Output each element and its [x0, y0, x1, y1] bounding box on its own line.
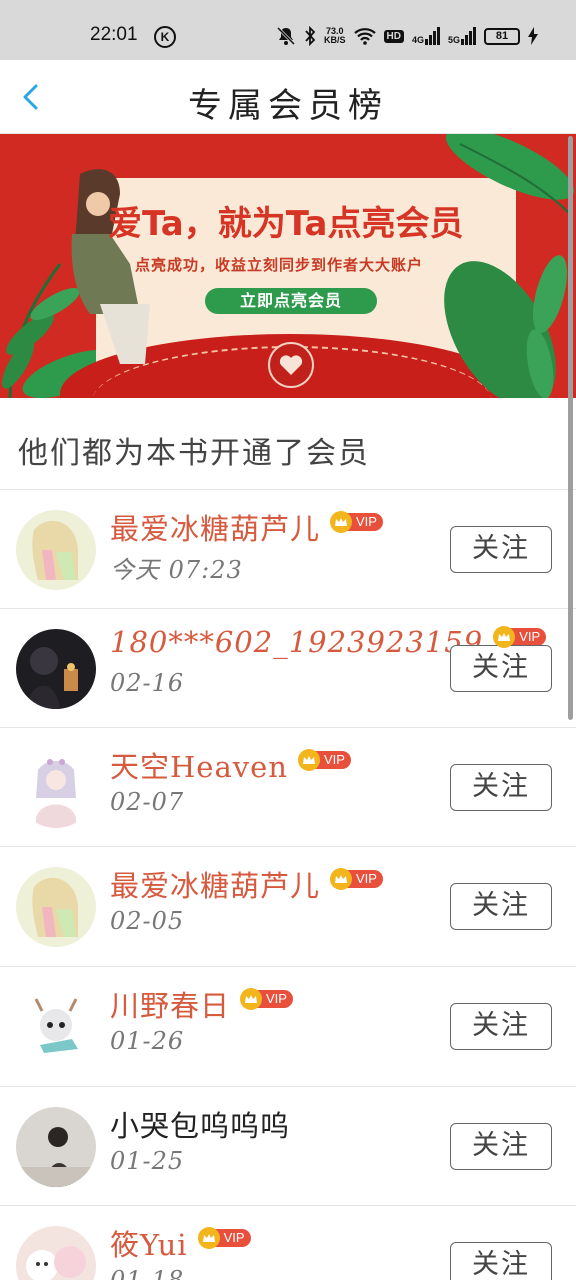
net1-label: 4G [411, 35, 424, 45]
member-row[interactable]: 天空Heaven VIP 02-07 关注 [0, 728, 576, 847]
avatar[interactable] [16, 510, 96, 590]
bluetooth-icon [305, 26, 316, 46]
follow-button[interactable]: 关注 [450, 526, 552, 573]
member-name-line: 川野春日 VIP [110, 983, 293, 1025]
avatar[interactable] [16, 1107, 96, 1187]
vip-badge: VIP [297, 749, 351, 771]
member-name[interactable]: 筱Yui [110, 1222, 188, 1264]
vip-badge: VIP [197, 1227, 251, 1249]
k-app-icon: K [154, 26, 176, 48]
wifi-icon [353, 28, 376, 45]
status-bar: 22:01 K 73.0 KB/S HD 4G 5G 81 [0, 0, 576, 60]
mute-bell-icon [276, 26, 296, 46]
crown-icon [240, 988, 263, 1010]
member-row[interactable]: 小哭包呜呜呜 01-25 关注 [0, 1087, 576, 1206]
member-name[interactable]: 天空Heaven [110, 744, 288, 786]
page-title: 专属会员榜 [188, 86, 388, 126]
avatar[interactable] [16, 1226, 96, 1280]
crown-icon [197, 1227, 220, 1249]
member-date: 今天 07:23 [110, 556, 243, 584]
member-name-line: 天空Heaven VIP [110, 744, 351, 786]
member-name-line: 最爱冰糖葫芦儿 VIP [110, 863, 383, 905]
banner-headline: 爱Ta，就为Ta点亮会员 [108, 204, 464, 244]
hd-icon: HD [383, 29, 404, 43]
member-date: 02-05 [110, 907, 185, 935]
member-name-line: 筱Yui VIP [110, 1222, 251, 1264]
member-row[interactable]: 筱Yui VIP 01-18 关注 [0, 1206, 576, 1280]
app-header: 专属会员榜 [0, 60, 576, 134]
crown-icon [297, 749, 320, 771]
vip-badge: VIP [240, 988, 293, 1010]
member-date: 02-07 [110, 788, 185, 816]
avatar[interactable] [16, 987, 96, 1067]
promo-banner[interactable]: 爱Ta，就为Ta点亮会员 点亮成功，收益立刻同步到作者大大账户 立即点亮会员 [0, 134, 576, 398]
avatar[interactable] [16, 867, 96, 947]
status-icons: 73.0 KB/S HD 4G 5G 81 [276, 22, 538, 50]
scrollbar[interactable] [568, 136, 573, 720]
battery-icon: 81 [484, 27, 520, 45]
member-name[interactable]: 180***602_1923923159 [110, 625, 483, 659]
follow-button[interactable]: 关注 [450, 883, 552, 930]
member-row[interactable]: 川野春日 VIP 01-26 关注 [0, 967, 576, 1086]
follow-button[interactable]: 关注 [450, 645, 552, 692]
banner-subline: 点亮成功，收益立刻同步到作者大大账户 [135, 256, 424, 274]
member-name[interactable]: 最爱冰糖葫芦儿 [110, 506, 320, 548]
member-name-line: 小哭包呜呜呜 [110, 1103, 290, 1145]
avatar[interactable] [16, 748, 96, 828]
heart-seal-icon [268, 342, 314, 388]
member-row[interactable]: 180***602_1923923159 VIP 02-16 关注 [0, 609, 576, 728]
follow-button[interactable]: 关注 [450, 1003, 552, 1050]
member-row[interactable]: 最爱冰糖葫芦儿 VIP 今天 07:23 关注 [0, 490, 576, 609]
vip-badge: VIP [330, 868, 383, 890]
member-row[interactable]: 最爱冰糖葫芦儿 VIP 02-05 关注 [0, 847, 576, 966]
crown-icon [330, 868, 353, 890]
follow-button[interactable]: 关注 [450, 1242, 552, 1280]
status-time: 22:01 [90, 24, 138, 45]
member-date: 02-16 [110, 669, 185, 697]
network-speed: 73.0 KB/S [324, 27, 346, 45]
light-up-vip-button[interactable]: 立即点亮会员 [205, 288, 377, 314]
member-name[interactable]: 小哭包呜呜呜 [110, 1103, 290, 1145]
member-name[interactable]: 川野春日 [110, 983, 230, 1025]
charging-icon [528, 27, 538, 45]
follow-button[interactable]: 关注 [450, 1123, 552, 1170]
avatar[interactable] [16, 629, 96, 709]
signal-4g-icon: 4G [412, 27, 440, 45]
member-date: 01-26 [110, 1027, 185, 1055]
crown-icon [330, 511, 353, 533]
speed-unit: KB/S [324, 35, 346, 45]
member-date: 01-18 [110, 1266, 185, 1280]
member-name[interactable]: 最爱冰糖葫芦儿 [110, 863, 320, 905]
follow-button[interactable]: 关注 [450, 764, 552, 811]
section-title: 他们都为本书开通了会员 [18, 436, 370, 471]
leaf-decoration-right [444, 134, 575, 398]
vip-badge: VIP [330, 511, 383, 533]
member-date: 01-25 [110, 1147, 185, 1175]
net2-label: 5G [447, 35, 460, 45]
vip-badge: VIP [493, 626, 547, 648]
member-name-line: 最爱冰糖葫芦儿 VIP [110, 506, 383, 548]
signal-5g-icon: 5G [448, 27, 476, 45]
